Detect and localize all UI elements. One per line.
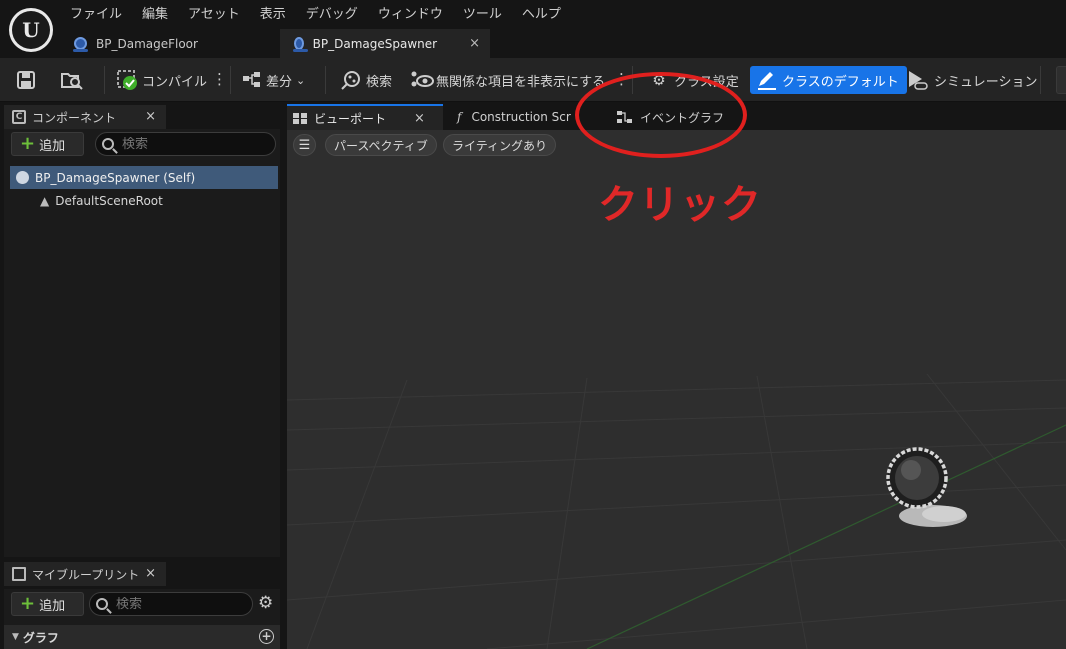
components-icon: C xyxy=(12,110,26,124)
doc-tab-damage-floor[interactable]: BP_DamageFloor xyxy=(60,29,280,58)
components-search[interactable] xyxy=(95,132,276,156)
triangle-down-icon: ▼ xyxy=(12,632,19,642)
menu-debug[interactable]: デバッグ xyxy=(296,4,368,26)
viewport-icon xyxy=(293,112,307,124)
compile-label: コンパイル xyxy=(142,74,208,90)
viewport-menu-button[interactable]: ☰ xyxy=(293,134,316,156)
menu-view[interactable]: 表示 xyxy=(250,4,296,26)
tab-viewport-label: ビューポート xyxy=(314,111,387,126)
diff-label: 差分 xyxy=(266,74,293,90)
components-search-input[interactable] xyxy=(122,136,262,152)
logo-glyph: U xyxy=(12,11,50,49)
browse-icon xyxy=(61,73,83,90)
perspective-button[interactable]: パースペクティブ xyxy=(325,134,437,156)
actor-icon xyxy=(16,171,29,184)
menu-tools[interactable]: ツール xyxy=(453,4,512,26)
edit-icon xyxy=(758,72,776,90)
toolbar-separator xyxy=(325,66,326,94)
hide-unrelated-button[interactable]: 無関係な項目を非表示にする xyxy=(410,66,605,94)
blueprint-icon xyxy=(73,37,88,52)
annotation-circle xyxy=(575,72,747,158)
annotation-text: クリック xyxy=(598,182,762,228)
function-icon: f xyxy=(457,110,462,124)
components-tree-area xyxy=(4,161,280,557)
simulation-button[interactable]: シミュレーション xyxy=(906,66,1037,94)
book-icon xyxy=(12,567,26,581)
left-panel: C コンポーネント × + 追加 BP_DamageSpawner (Self)… xyxy=(0,103,284,649)
add-my-blueprint-button[interactable]: + 追加 xyxy=(11,592,84,616)
title-bar: U ファイル 編集 アセット 表示 デバッグ ウィンドウ ツール ヘルプ BP_… xyxy=(0,0,1066,58)
add-label: 追加 xyxy=(39,138,66,154)
tree-item-self[interactable]: BP_DamageSpawner (Self) xyxy=(10,166,278,189)
chevron-down-icon: ⌄ xyxy=(296,73,306,87)
blueprint-icon xyxy=(293,37,308,52)
toolbar: コンパイル ⋮ 差分 ⌄ 検索 無関係な項目を非表示にする ⋮ ⚙ クラス設定 … xyxy=(0,58,1066,102)
my-blueprint-search[interactable] xyxy=(89,592,253,616)
compile-options-icon[interactable]: ⋮ xyxy=(212,70,227,88)
toolbar-separator xyxy=(1040,66,1041,94)
doc-tab-damage-spawner[interactable]: BP_DamageSpawner × xyxy=(280,29,490,58)
tab-construction-label: Construction Scr xyxy=(471,110,571,124)
class-defaults-button[interactable]: クラスのデフォルト xyxy=(750,66,907,94)
gear-icon[interactable]: ⚙ xyxy=(258,593,273,613)
my-blueprint-search-input[interactable] xyxy=(116,596,236,612)
tab-construction-script[interactable]: f Construction Scr xyxy=(453,104,575,130)
add-component-button[interactable]: + 追加 xyxy=(11,132,84,156)
save-icon xyxy=(17,71,35,89)
menu-help[interactable]: ヘルプ xyxy=(512,4,571,26)
scene-component-icon: ▲ xyxy=(40,194,50,208)
menu-window[interactable]: ウィンドウ xyxy=(368,4,453,26)
tree-item-label: BP_DamageSpawner (Self) xyxy=(35,170,196,185)
browse-button[interactable] xyxy=(60,66,84,94)
search-button[interactable]: 検索 xyxy=(340,66,392,94)
diff-icon xyxy=(243,72,260,87)
doc-tab-label: BP_DamageFloor xyxy=(96,36,198,51)
tab-my-blueprint[interactable]: マイブループリント × xyxy=(4,562,166,586)
tab-components[interactable]: C コンポーネント × xyxy=(4,105,166,129)
toolbar-separator xyxy=(230,66,231,94)
close-icon[interactable]: × xyxy=(469,36,480,51)
components-title: コンポーネント xyxy=(32,110,117,125)
hide-icon xyxy=(411,71,434,87)
add-graph-icon[interactable]: + xyxy=(259,629,274,644)
diff-button[interactable]: 差分 ⌄ xyxy=(242,66,305,94)
simulation-label: シミュレーション xyxy=(934,74,1038,90)
search-icon xyxy=(102,138,114,150)
close-icon[interactable]: × xyxy=(145,566,156,581)
search-icon xyxy=(96,598,108,610)
simulation-icon xyxy=(909,71,928,90)
plus-icon: + xyxy=(20,133,36,154)
menu-bar: ファイル 編集 アセット 表示 デバッグ ウィンドウ ツール ヘルプ xyxy=(60,4,571,26)
document-tabs: BP_DamageFloor BP_DamageSpawner × xyxy=(60,29,490,58)
hamburger-icon: ☰ xyxy=(298,137,311,153)
hide-unrelated-label: 無関係な項目を非表示にする xyxy=(436,74,606,90)
add-label: 追加 xyxy=(39,598,66,614)
compile-button[interactable]: コンパイル xyxy=(116,66,207,94)
tree-item-label: DefaultSceneRoot xyxy=(55,194,163,208)
close-icon[interactable]: × xyxy=(145,109,156,124)
section-graphs[interactable]: ▼ グラフ + xyxy=(4,625,280,649)
lighting-button[interactable]: ライティングあり xyxy=(443,134,557,156)
my-blueprint-title: マイブループリント xyxy=(32,567,140,582)
plus-icon: + xyxy=(20,593,36,614)
tab-viewport[interactable]: ビューポート × xyxy=(287,104,443,130)
unreal-logo-icon[interactable]: U xyxy=(9,8,53,52)
save-button[interactable] xyxy=(16,66,36,94)
class-defaults-label: クラスのデフォルト xyxy=(782,74,899,90)
menu-asset[interactable]: アセット xyxy=(178,4,250,26)
search-label: 検索 xyxy=(366,74,393,90)
compile-icon xyxy=(117,70,137,90)
doc-tab-label: BP_DamageSpawner xyxy=(312,36,438,51)
tree-item-default-scene-root[interactable]: ▲ DefaultSceneRoot xyxy=(10,190,278,212)
close-icon[interactable]: × xyxy=(414,111,425,126)
toolbar-separator xyxy=(104,66,105,94)
overflow-button[interactable] xyxy=(1056,66,1066,94)
section-graphs-label: グラフ xyxy=(22,630,59,645)
search-icon xyxy=(341,71,360,90)
menu-file[interactable]: ファイル xyxy=(60,4,132,26)
menu-edit[interactable]: 編集 xyxy=(132,4,178,26)
